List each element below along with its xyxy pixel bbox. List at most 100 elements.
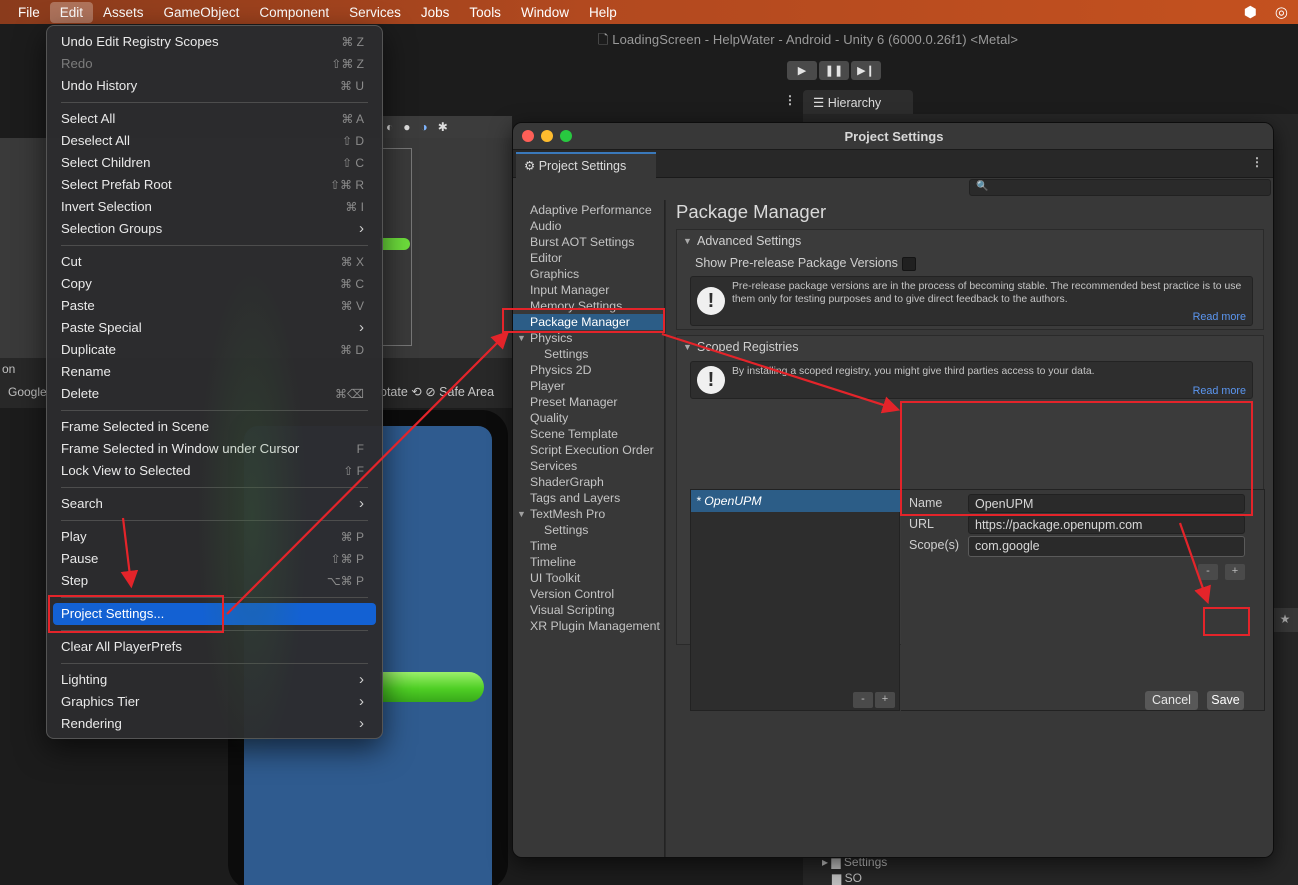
menu-item-search[interactable]: Search › (53, 493, 376, 515)
menu-item-copy[interactable]: Copy ⌘ C (53, 273, 376, 295)
remove-scope-button[interactable]: - (1198, 564, 1218, 580)
sidebar-item-editor[interactable]: Editor (530, 250, 562, 266)
menu-item-pause[interactable]: Pause ⇧⌘ P (53, 548, 376, 570)
menu-item-duplicate[interactable]: Duplicate ⌘ D (53, 339, 376, 361)
sidebar-item-physics-2d[interactable]: Physics 2D (530, 362, 592, 378)
menu-item-undo-history[interactable]: Undo History ⌘ U (53, 75, 376, 97)
sidebar-item-script-execution-order[interactable]: Script Execution Order (530, 442, 654, 458)
menu-item-select-all[interactable]: Select All ⌘ A (53, 108, 376, 130)
menu-item-play[interactable]: Play ⌘ P (53, 526, 376, 548)
gizmo-icon[interactable]: ◐ (386, 120, 393, 134)
menu-item-step[interactable]: Step ⌥⌘ P (53, 570, 376, 592)
cancel-button[interactable]: Cancel (1145, 691, 1198, 710)
sidebar-item-visual-scripting[interactable]: Visual Scripting (530, 602, 615, 618)
panel-menu-icon[interactable]: ⋮ (784, 93, 796, 107)
add-scope-button[interactable]: + (1225, 564, 1245, 580)
play-icon[interactable]: ▶ (787, 61, 817, 80)
advanced-settings-header[interactable]: ▼ Advanced Settings (677, 230, 801, 252)
menu-item-rename[interactable]: Rename (53, 361, 376, 383)
menu-jobs[interactable]: Jobs (411, 2, 460, 23)
expand-caret-icon[interactable]: ▼ (517, 506, 526, 522)
url-field[interactable]: https://package.openupm.com (968, 515, 1245, 534)
tab-project-settings[interactable]: ⚙ Project Settings (516, 152, 656, 178)
menu-edit[interactable]: Edit (49, 1, 94, 23)
sidebar-item-settings[interactable]: Settings (544, 346, 588, 362)
debug-icon[interactable]: ✱ (438, 120, 448, 134)
menu-item-paste[interactable]: Paste ⌘ V (53, 295, 376, 317)
read-more-link[interactable]: Read more (1193, 311, 1246, 323)
menu-item-graphics-tier[interactable]: Graphics Tier › (53, 691, 376, 713)
sidebar-item-physics[interactable]: Physics (530, 330, 572, 346)
menu-tools[interactable]: Tools (459, 2, 511, 23)
menu-item-shortcut: ⌘ A (341, 112, 364, 126)
menu-item-rendering[interactable]: Rendering › (53, 713, 376, 735)
lighting-icon[interactable]: ◑ (421, 120, 428, 134)
expand-caret-icon[interactable]: ▼ (517, 330, 526, 346)
add-registry-button[interactable]: + (875, 692, 895, 708)
menu-assets[interactable]: Assets (93, 2, 154, 23)
pause-icon[interactable]: ❚❚ (819, 61, 849, 80)
list-item[interactable]: * OpenUPM (691, 490, 901, 512)
unity-logo-icon[interactable]: ⬢ (1244, 3, 1257, 21)
scoped-registries-header[interactable]: ▼ Scoped Registries (677, 336, 798, 358)
sidebar-item-adaptive-performance[interactable]: Adaptive Performance (530, 202, 652, 218)
sidebar-item-memory-settings[interactable]: Memory Settings (530, 298, 622, 314)
menu-item-clear-all-playerprefs[interactable]: Clear All PlayerPrefs (53, 636, 376, 658)
sidebar-item-quality[interactable]: Quality (530, 410, 568, 426)
menu-item-paste-special[interactable]: Paste Special › (53, 317, 376, 339)
menu-services[interactable]: Services (339, 2, 411, 23)
sidebar-item-input-manager[interactable]: Input Manager (530, 282, 609, 298)
menu-item-frame-selected-in-scene[interactable]: Frame Selected in Scene (53, 416, 376, 438)
sidebar-item-xr-plugin-management[interactable]: XR Plugin Management (530, 618, 660, 634)
step-icon[interactable]: ▶❙ (851, 61, 881, 80)
menu-item-selection-groups[interactable]: Selection Groups › (53, 218, 376, 240)
menu-window[interactable]: Window (511, 2, 579, 23)
folder-item[interactable]: ▆ SO (822, 870, 887, 885)
menu-item-deselect-all[interactable]: Deselect All ⇧ D (53, 130, 376, 152)
sidebar-item-player[interactable]: Player (530, 378, 565, 394)
sidebar-item-timeline[interactable]: Timeline (530, 554, 576, 570)
sidebar-item-ui-toolkit[interactable]: UI Toolkit (530, 570, 580, 586)
account-icon[interactable]: ◎ (1275, 3, 1288, 21)
settings-search-input[interactable]: 🔍 (969, 179, 1271, 196)
read-more-link[interactable]: Read more (1193, 385, 1246, 397)
menu-item-undo-edit-registry-scopes[interactable]: Undo Edit Registry Scopes ⌘ Z (53, 31, 376, 53)
menu-item-redo[interactable]: Redo ⇧⌘ Z (53, 53, 376, 75)
menu-component[interactable]: Component (249, 2, 339, 23)
menu-help[interactable]: Help (579, 2, 627, 23)
remove-registry-button[interactable]: - (853, 692, 873, 708)
sidebar-item-graphics[interactable]: Graphics (530, 266, 579, 282)
sidebar-item-package-manager[interactable]: Package Manager (513, 314, 665, 330)
sidebar-item-preset-manager[interactable]: Preset Manager (530, 394, 618, 410)
name-field[interactable]: OpenUPM (968, 494, 1245, 513)
favorite-icon[interactable]: ★ (1272, 608, 1298, 632)
shading-icon[interactable]: ● (403, 120, 410, 134)
sidebar-item-shadergraph[interactable]: ShaderGraph (530, 474, 604, 490)
tab-menu-icon[interactable]: ⋮ (1251, 155, 1263, 169)
prerelease-checkbox[interactable] (902, 257, 916, 271)
menu-item-delete[interactable]: Delete ⌘⌫ (53, 383, 376, 405)
sidebar-item-services[interactable]: Services (530, 458, 577, 474)
menu-item-lock-view-to-selected[interactable]: Lock View to Selected ⇧ F (53, 460, 376, 482)
sidebar-item-settings[interactable]: Settings (544, 522, 588, 538)
sidebar-item-textmesh-pro[interactable]: TextMesh Pro (530, 506, 605, 522)
sidebar-item-time[interactable]: Time (530, 538, 557, 554)
scene-toolbar: ◐ ● ◑ ✱ (380, 116, 512, 138)
tab-hierarchy[interactable]: ☰ Hierarchy (803, 90, 913, 114)
menu-item-project-settings[interactable]: Project Settings... (53, 603, 376, 625)
sidebar-item-tags-and-layers[interactable]: Tags and Layers (530, 490, 620, 506)
menu-gameobject[interactable]: GameObject (154, 2, 250, 23)
menu-item-lighting[interactable]: Lighting › (53, 669, 376, 691)
menu-item-cut[interactable]: Cut ⌘ X (53, 251, 376, 273)
menu-item-select-children[interactable]: Select Children ⇧ C (53, 152, 376, 174)
sidebar-item-audio[interactable]: Audio (530, 218, 561, 234)
menu-item-invert-selection[interactable]: Invert Selection ⌘ I (53, 196, 376, 218)
save-button[interactable]: Save (1207, 691, 1244, 710)
menu-item-select-prefab-root[interactable]: Select Prefab Root ⇧⌘ R (53, 174, 376, 196)
sidebar-item-version-control[interactable]: Version Control (530, 586, 614, 602)
menu-item-frame-selected-in-window-under-cursor[interactable]: Frame Selected in Window under Cursor F (53, 438, 376, 460)
sidebar-item-scene-template[interactable]: Scene Template (530, 426, 618, 442)
scopes-field[interactable]: com.google (968, 536, 1245, 557)
menu-file[interactable]: File (8, 2, 50, 23)
sidebar-item-burst-aot-settings[interactable]: Burst AOT Settings (530, 234, 634, 250)
